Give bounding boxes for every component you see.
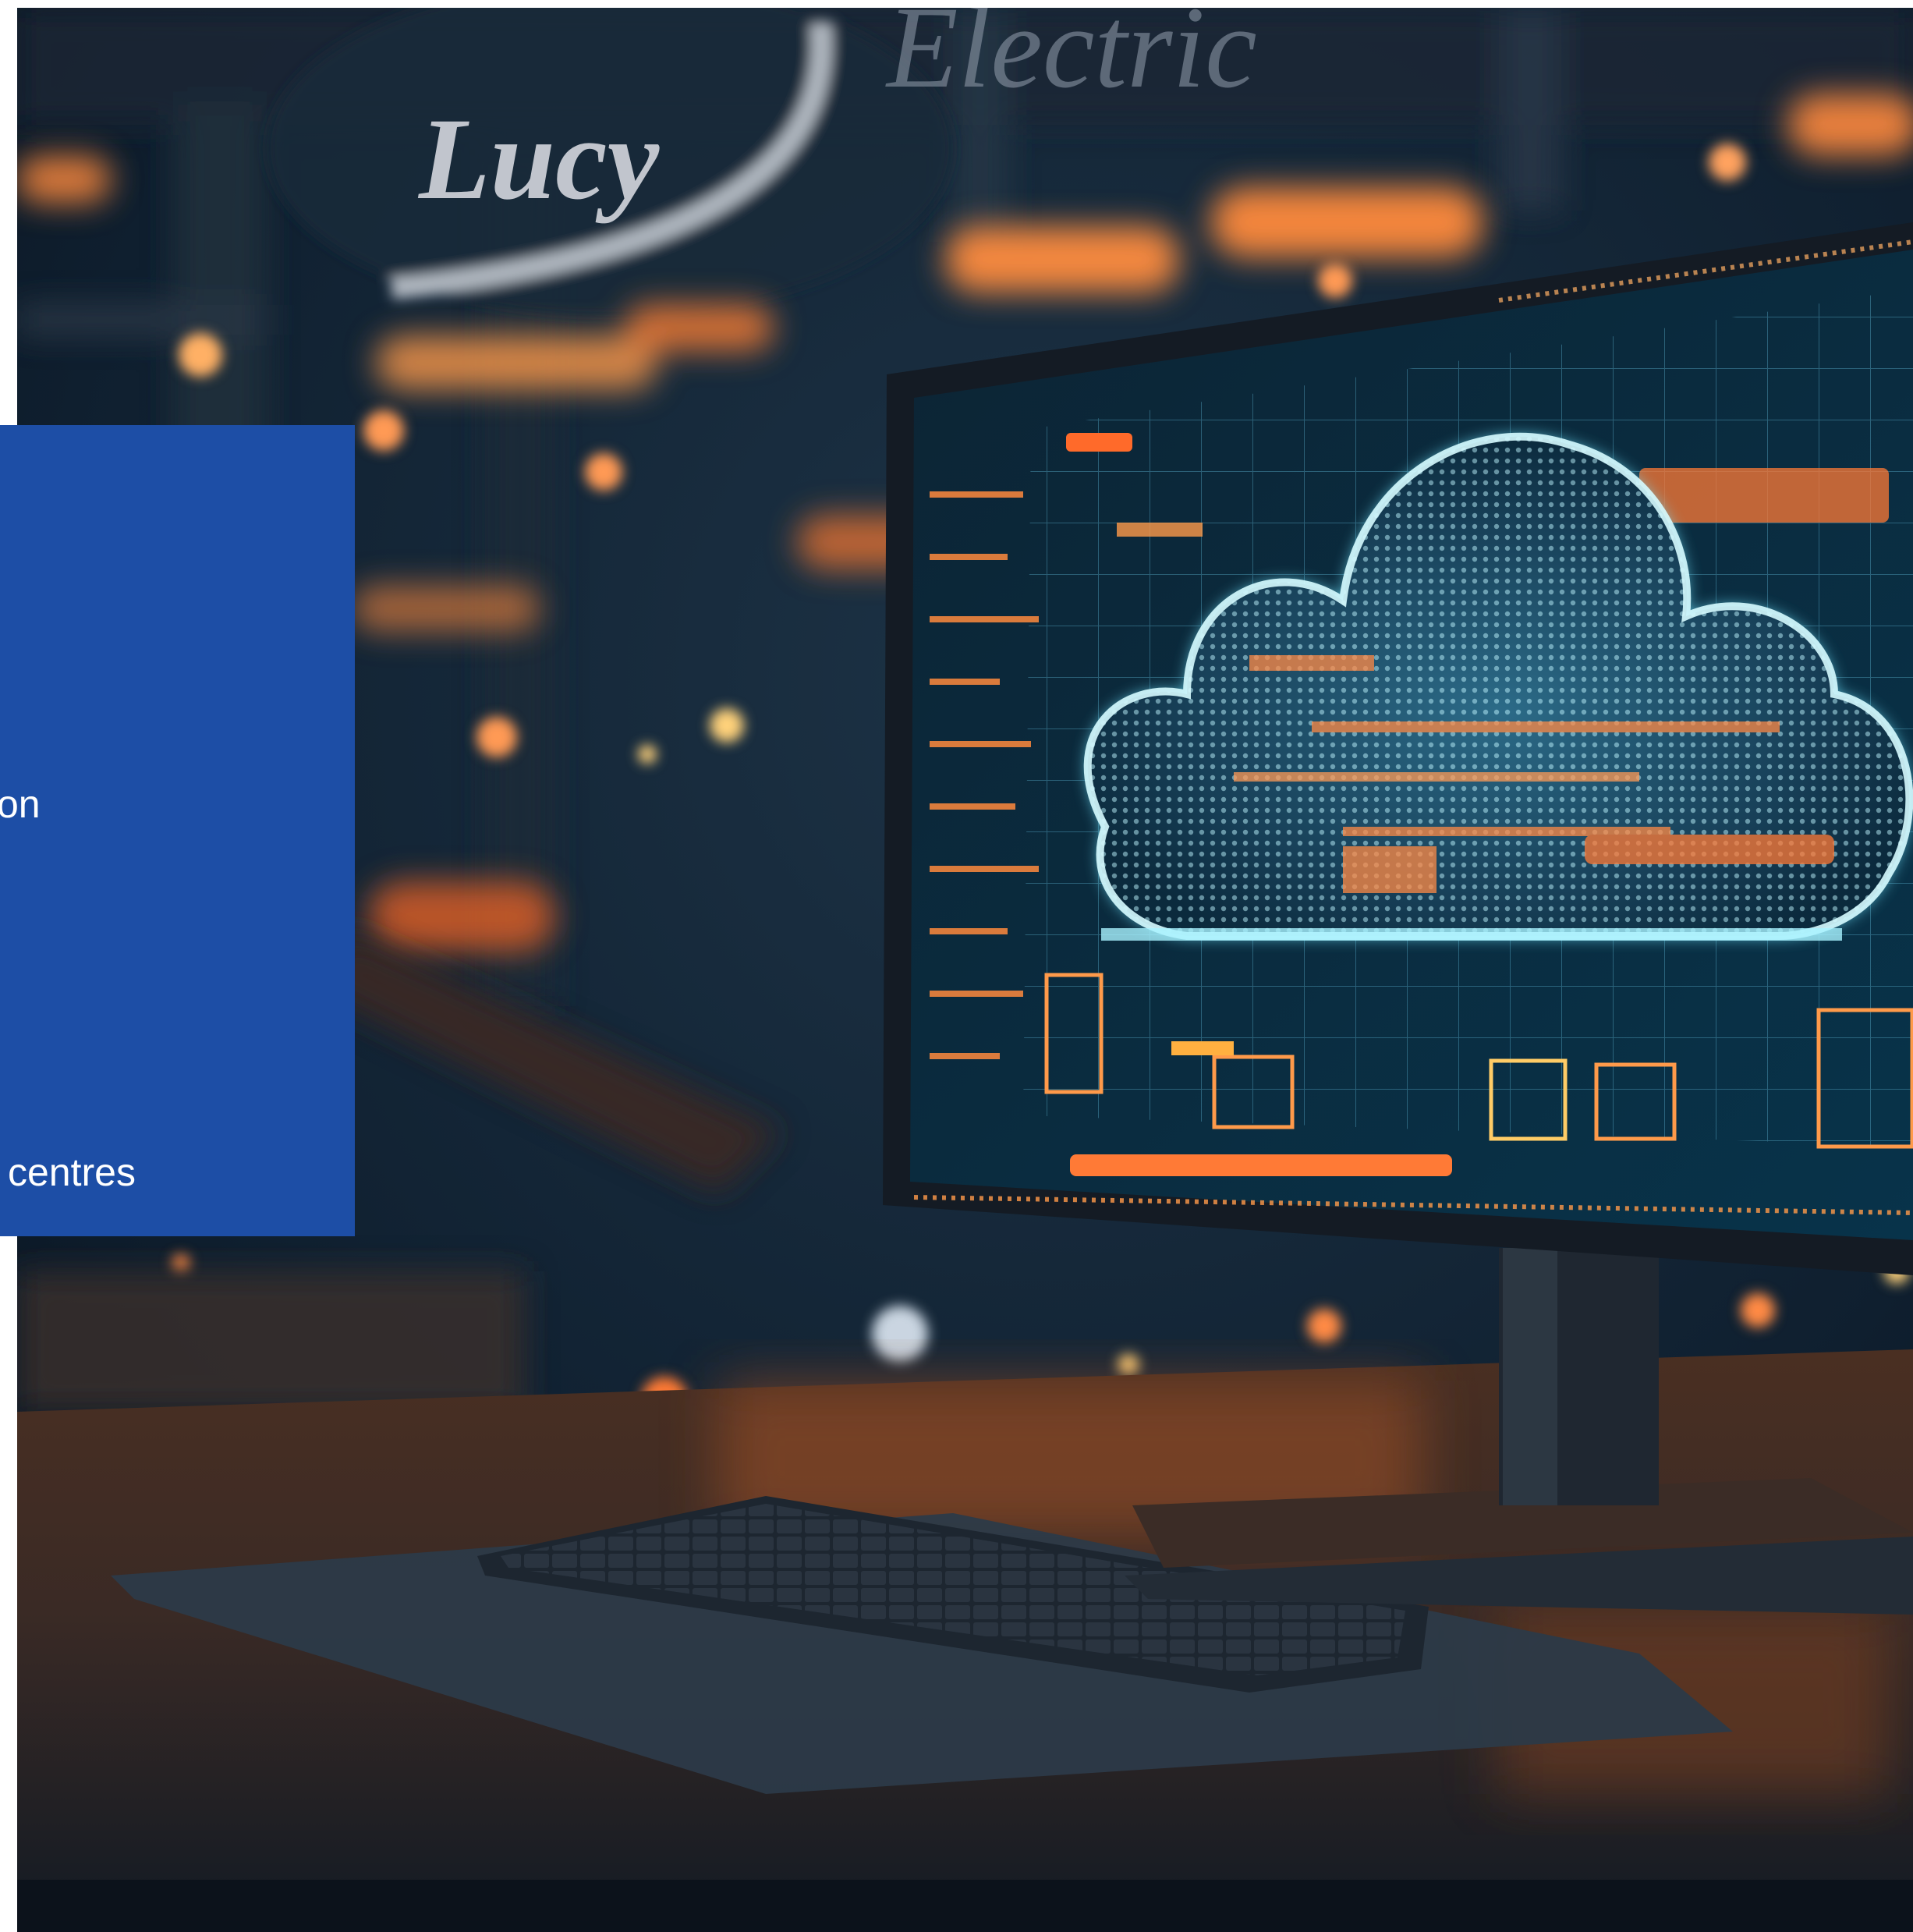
- sign-sub-text: Electric: [887, 8, 1257, 112]
- panel-text-line-1: on: [0, 782, 41, 826]
- sign-brand-text: Lucy: [419, 94, 660, 224]
- page-frame: Lucy Electric on centres: [0, 0, 1913, 1932]
- info-panel: on centres: [0, 425, 355, 1236]
- panel-text-line-2: centres: [8, 1150, 136, 1194]
